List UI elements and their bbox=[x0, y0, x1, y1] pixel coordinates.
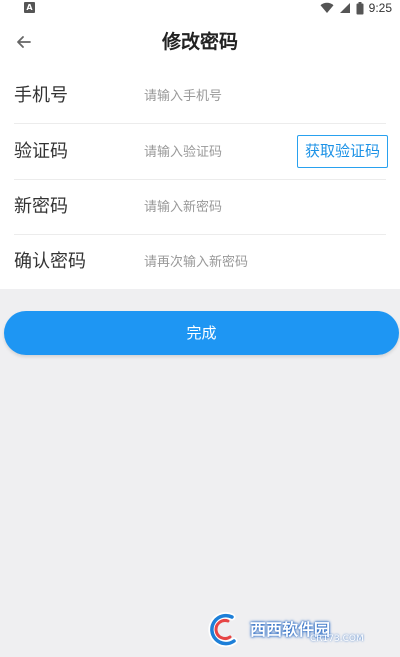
confirm-password-input[interactable] bbox=[144, 248, 292, 276]
watermark-logo: 西西软件园 CR173.COM bbox=[202, 611, 382, 649]
battery-icon bbox=[356, 1, 364, 14]
phone-input[interactable] bbox=[144, 82, 292, 110]
back-button[interactable] bbox=[10, 28, 38, 56]
password-form: 手机号 验证码 获取验证码 新密码 确认密码 bbox=[0, 68, 400, 289]
header: 修改密码 bbox=[0, 16, 400, 68]
page-title: 修改密码 bbox=[161, 31, 238, 53]
phone-label: 手机号 bbox=[14, 85, 68, 106]
status-bar: A 9:25 bbox=[0, 0, 400, 16]
confirm-password-row: 确认密码 bbox=[0, 234, 400, 290]
code-input[interactable] bbox=[144, 138, 292, 166]
watermark-url: CR173.COM bbox=[310, 634, 364, 644]
confirm-password-label: 确认密码 bbox=[14, 251, 86, 272]
get-code-button[interactable]: 获取验证码 bbox=[297, 135, 388, 168]
code-row: 验证码 获取验证码 bbox=[0, 124, 400, 180]
phone-row: 手机号 bbox=[0, 68, 400, 124]
notification-icon: A bbox=[24, 2, 35, 13]
wifi-icon bbox=[320, 2, 334, 14]
new-password-input[interactable] bbox=[144, 193, 292, 221]
status-indicators: 9:25 bbox=[320, 0, 392, 16]
signal-icon bbox=[339, 3, 350, 13]
status-time: 9:25 bbox=[368, 1, 392, 15]
new-password-row: 新密码 bbox=[0, 179, 400, 235]
code-label: 验证码 bbox=[14, 141, 68, 162]
submit-button[interactable]: 完成 bbox=[4, 311, 399, 355]
back-arrow-icon bbox=[17, 36, 31, 48]
watermark-emblem-icon bbox=[208, 612, 238, 648]
new-password-label: 新密码 bbox=[14, 196, 68, 217]
